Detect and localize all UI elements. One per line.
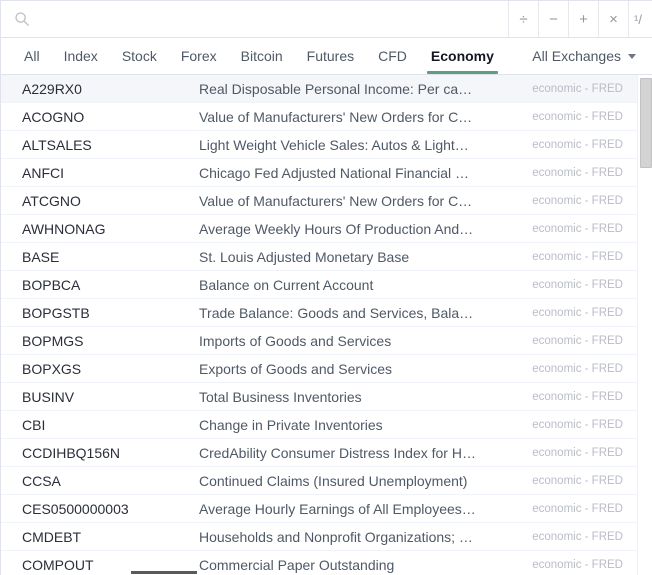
description-cell: Real Disposable Personal Income: Per ca…	[199, 81, 473, 97]
table-row[interactable]: BOPBCA Balance on Current Account economic…	[1, 271, 637, 299]
symbol-cell: CCDIHBQ156N	[22, 445, 121, 461]
horizontal-scrollbar-thumb[interactable]	[131, 571, 197, 574]
table-row[interactable]: ATCGNO Value of Manufacturers' New Orders…	[1, 187, 637, 215]
source-cell: economic - FRED	[532, 139, 623, 151]
symbol-cell: BOPBCA	[22, 277, 81, 293]
source-cell: economic - FRED	[532, 419, 623, 431]
category-tabs: All Index Stock Forex Bitcoin Futures CF…	[18, 38, 506, 74]
tab-cfd[interactable]: CFD	[366, 38, 419, 74]
tab-futures[interactable]: Futures	[295, 38, 366, 74]
source-cell: economic - FRED	[532, 503, 623, 515]
table-row[interactable]: CCSA Continued Claims (Insured Unemployme…	[1, 467, 637, 495]
table-row[interactable]: CES0500000003 Average Hourly Earnings of …	[1, 495, 637, 523]
description-cell: Continued Claims (Insured Unemployment)	[199, 473, 468, 489]
source-cell: economic - FRED	[532, 167, 623, 179]
description-cell: Average Weekly Hours Of Production And…	[199, 221, 474, 237]
symbol-cell: CMDEBT	[22, 529, 82, 545]
description-cell: St. Louis Adjusted Monetary Base	[199, 249, 410, 265]
horizontal-scrollbar[interactable]	[1, 570, 637, 575]
reciprocal-button[interactable]: ¹/	[628, 1, 652, 37]
exchange-filter-label: All Exchanges	[532, 48, 621, 64]
operator-button-group: ÷ − + × ¹/	[508, 1, 652, 37]
multiply-button[interactable]: ×	[598, 1, 628, 37]
symbol-cell: A229RX0	[22, 81, 82, 97]
chevron-down-icon	[628, 53, 636, 59]
tab-forex[interactable]: Forex	[169, 38, 229, 74]
table-row[interactable]: CCDIHBQ156N CredAbility Consumer Distress…	[1, 439, 637, 467]
symbol-cell: AWHNONAG	[22, 221, 106, 237]
divide-button[interactable]: ÷	[508, 1, 538, 37]
source-cell: economic - FRED	[532, 223, 623, 235]
table-row[interactable]: BASE St. Louis Adjusted Monetary Base econ…	[1, 243, 637, 271]
source-cell: economic - FRED	[532, 531, 623, 543]
search-field-wrapper[interactable]	[1, 1, 508, 37]
source-cell: economic - FRED	[532, 251, 623, 263]
tab-all[interactable]: All	[18, 38, 52, 74]
description-cell: Chicago Fed Adjusted National Financial …	[199, 165, 470, 181]
description-cell: Imports of Goods and Services	[199, 333, 392, 349]
table-row[interactable]: ALTSALES Light Weight Vehicle Sales: Auto…	[1, 131, 637, 159]
tab-economy[interactable]: Economy	[419, 38, 506, 74]
symbol-list[interactable]: A229RX0 Real Disposable Personal Income: …	[1, 75, 637, 575]
description-cell: Value of Manufacturers' New Orders for C…	[199, 193, 473, 209]
description-cell: Trade Balance: Goods and Services, Bala…	[199, 305, 474, 321]
symbol-cell: ATCGNO	[22, 193, 81, 209]
tab-bitcoin[interactable]: Bitcoin	[229, 38, 295, 74]
minus-button[interactable]: −	[538, 1, 568, 37]
vertical-scrollbar[interactable]	[637, 75, 652, 575]
description-cell: Value of Manufacturers' New Orders for C…	[199, 109, 473, 125]
symbol-cell: CCSA	[22, 473, 61, 489]
symbol-cell: CES0500000003	[22, 501, 129, 517]
description-cell: Light Weight Vehicle Sales: Autos & Ligh…	[199, 137, 469, 153]
description-cell: Balance on Current Account	[199, 277, 374, 293]
symbol-cell: ACOGNO	[22, 109, 85, 125]
source-cell: economic - FRED	[532, 111, 623, 123]
exchange-filter-dropdown[interactable]: All Exchanges	[532, 48, 638, 64]
symbol-cell: BOPMGS	[22, 333, 84, 349]
table-row[interactable]: A229RX0 Real Disposable Personal Income: …	[1, 75, 637, 103]
description-cell: Households and Nonprofit Organizations; …	[199, 529, 473, 545]
description-cell: Total Business Inventories	[199, 389, 362, 405]
source-cell: economic - FRED	[532, 447, 623, 459]
symbol-cell: BOPXGS	[22, 361, 82, 377]
table-row[interactable]: CMDEBT Households and Nonprofit Organizat…	[1, 523, 637, 551]
symbol-cell: BUSINV	[22, 389, 75, 405]
source-cell: economic - FRED	[532, 307, 623, 319]
symbol-cell: BOPGSTB	[22, 305, 90, 321]
description-cell: Change in Private Inventories	[199, 417, 383, 433]
table-row[interactable]: AWHNONAG Average Weekly Hours Of Producti…	[1, 215, 637, 243]
symbol-cell: BASE	[22, 249, 60, 265]
symbol-cell: ALTSALES	[22, 137, 92, 153]
table-row[interactable]: BUSINV Total Business Inventories economic…	[1, 383, 637, 411]
source-cell: economic - FRED	[532, 335, 623, 347]
source-cell: economic - FRED	[532, 363, 623, 375]
table-row[interactable]: ANFCI Chicago Fed Adjusted National Finan…	[1, 159, 637, 187]
source-cell: economic - FRED	[532, 195, 623, 207]
symbol-cell: CBI	[22, 417, 46, 433]
description-cell: CredAbility Consumer Distress Index for …	[199, 445, 476, 461]
vertical-scrollbar-thumb[interactable]	[640, 78, 652, 168]
source-cell: economic - FRED	[532, 279, 623, 291]
search-toolbar: ÷ − + × ¹/	[1, 1, 652, 38]
table-row[interactable]: BOPXGS Exports of Goods and Services econo…	[1, 355, 637, 383]
symbol-cell: ANFCI	[22, 165, 64, 181]
search-input[interactable]	[38, 11, 508, 27]
category-tab-bar: All Index Stock Forex Bitcoin Futures CF…	[1, 38, 652, 75]
description-cell: Average Hourly Earnings of All Employees…	[199, 501, 476, 517]
table-row[interactable]: BOPMGS Imports of Goods and Services econo…	[1, 327, 637, 355]
symbol-search-dialog: ÷ − + × ¹/ All Index Stock Forex Bitcoin…	[0, 0, 652, 575]
table-row[interactable]: BOPGSTB Trade Balance: Goods and Services…	[1, 299, 637, 327]
tab-stock[interactable]: Stock	[110, 38, 169, 74]
search-icon	[15, 12, 29, 26]
plus-button[interactable]: +	[568, 1, 598, 37]
description-cell: Exports of Goods and Services	[199, 361, 392, 377]
source-cell: economic - FRED	[532, 83, 623, 95]
table-row[interactable]: ACOGNO Value of Manufacturers' New Orders…	[1, 103, 637, 131]
source-cell: economic - FRED	[532, 475, 623, 487]
symbol-list-area: A229RX0 Real Disposable Personal Income: …	[1, 75, 652, 575]
source-cell: economic - FRED	[532, 391, 623, 403]
tab-index[interactable]: Index	[52, 38, 110, 74]
table-row[interactable]: CBI Change in Private Inventories economic…	[1, 411, 637, 439]
